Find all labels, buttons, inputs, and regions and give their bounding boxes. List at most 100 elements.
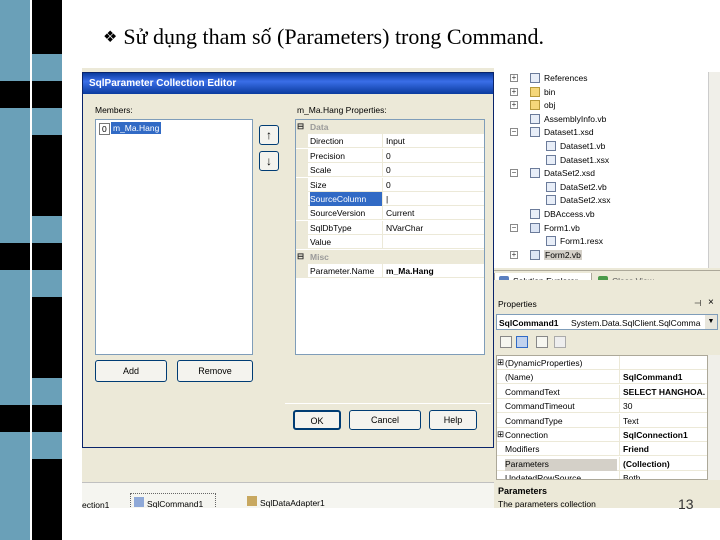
tray-item-sqlcommand[interactable]: SqlCommand1	[130, 493, 216, 508]
property-value[interactable]: Friend	[623, 444, 707, 454]
property-row[interactable]: ⊞ (DynamicProperties)	[497, 356, 707, 370]
tree-expander-icon[interactable]: +	[510, 250, 518, 259]
tree-expander-icon[interactable]: −	[510, 128, 518, 137]
tree-expander-icon[interactable]: +	[510, 74, 518, 82]
tree-expander-icon[interactable]: +	[510, 87, 518, 96]
pin-icon[interactable]: ⊣	[694, 298, 701, 309]
tree-item-label: Dataset1.xsx	[560, 154, 610, 165]
property-name: Connection	[505, 430, 549, 440]
property-row[interactable]: Modifiers Friend	[497, 442, 707, 457]
tree-item[interactable]: Dataset1.xsx	[494, 154, 704, 167]
property-row[interactable]: CommandType Text	[497, 413, 707, 428]
property-value[interactable]: NVarChar	[386, 223, 423, 233]
ok-button[interactable]: OK	[293, 410, 341, 430]
tree-item[interactable]: DataSet2.xsx	[494, 194, 704, 207]
category-row[interactable]: ⊟ Data	[296, 120, 484, 134]
property-value[interactable]: 0	[386, 165, 391, 175]
property-value[interactable]: Current	[386, 208, 414, 218]
tree-item[interactable]: + References	[494, 72, 704, 85]
tree-expander-icon[interactable]: −	[510, 223, 518, 232]
dataset-icon	[530, 127, 540, 138]
tree-item[interactable]: + bin	[494, 86, 704, 99]
tree-item[interactable]: − Form1.vb	[494, 222, 704, 235]
column-divider	[619, 442, 620, 457]
property-row[interactable]: UpdatedRowSource Both	[497, 471, 707, 479]
property-row[interactable]: Value	[296, 235, 484, 250]
category-row[interactable]: ⊟ Misc	[296, 249, 484, 264]
properties-icon[interactable]	[536, 336, 548, 348]
property-row[interactable]: SourceVersion Current	[296, 206, 484, 221]
property-value[interactable]: 30	[623, 401, 707, 411]
categorized-icon[interactable]	[500, 336, 512, 348]
cancel-button[interactable]: Cancel	[349, 410, 421, 430]
property-value[interactable]: SqlCommand1	[623, 372, 707, 382]
tree-item[interactable]: DBAccess.vb	[494, 208, 704, 221]
decorative-block	[32, 0, 62, 27]
property-row[interactable]: CommandTimeout 30	[497, 399, 707, 414]
decorative-block	[32, 513, 62, 540]
properties-scrollbar[interactable]	[708, 355, 720, 480]
property-value[interactable]: |	[386, 194, 388, 204]
property-row[interactable]: Size 0	[296, 177, 484, 192]
property-row[interactable]: CommandText SELECT HANGHOA.	[497, 384, 707, 399]
tree-item[interactable]: Dataset1.vb	[494, 140, 704, 153]
tree-item[interactable]: DataSet2.vb	[494, 181, 704, 194]
list-item[interactable]: 0 m_Ma.Hang	[97, 122, 251, 135]
property-row[interactable]: Parameters (Collection)	[497, 456, 707, 471]
page-number: 13	[678, 496, 694, 512]
property-value[interactable]: 0	[386, 180, 391, 190]
add-button[interactable]: Add	[95, 360, 167, 382]
property-row[interactable]: SqlDbType NVarChar	[296, 220, 484, 235]
object-selector[interactable]: SqlCommand1 System.Data.SqlClient.SqlCom…	[496, 314, 718, 330]
chevron-down-icon[interactable]: ▼	[705, 315, 717, 329]
help-button[interactable]: Help	[429, 410, 477, 430]
property-value[interactable]: SqlConnection1	[623, 430, 707, 440]
collapse-icon[interactable]: ⊟	[297, 251, 304, 262]
move-down-button[interactable]: ↓	[259, 151, 279, 171]
property-row[interactable]: Direction Input	[296, 134, 484, 149]
members-list[interactable]: 0 m_Ma.Hang	[95, 119, 253, 355]
property-value[interactable]: Text	[623, 416, 707, 426]
parameter-property-grid[interactable]: ⊟ Data Direction Input Precision 0 Scale 0 Size 0…	[295, 119, 485, 355]
collapse-icon[interactable]: ⊟	[297, 121, 304, 132]
tree-expander-icon[interactable]: +	[510, 101, 518, 110]
decorative-block	[0, 405, 30, 432]
tray-item-connection[interactable]: ection1	[82, 500, 109, 508]
tree-scrollbar[interactable]	[708, 72, 720, 268]
remove-button[interactable]: Remove	[177, 360, 253, 382]
expand-icon[interactable]: ⊞	[497, 429, 504, 440]
property-row[interactable]: (Name) SqlCommand1	[497, 370, 707, 385]
tree-item[interactable]: Form1.resx	[494, 235, 704, 248]
tree-expander-icon[interactable]: −	[510, 169, 518, 178]
tree-item[interactable]: + obj	[494, 99, 704, 112]
property-value[interactable]: 0	[386, 151, 391, 161]
tray-item-dataadapter[interactable]: SqlDataAdapter1	[244, 493, 344, 508]
alphabetical-icon[interactable]	[516, 336, 528, 348]
tree-item[interactable]: AssemblyInfo.vb	[494, 113, 704, 126]
property-value[interactable]: (Collection)	[623, 459, 707, 469]
column-divider	[382, 235, 383, 250]
column-divider	[382, 163, 383, 178]
property-row[interactable]: Precision 0	[296, 148, 484, 163]
tree-item[interactable]: − DataSet2.xsd	[494, 167, 704, 180]
tree-item[interactable]: + Form2.vb	[494, 249, 704, 262]
expand-icon[interactable]: ⊞	[497, 357, 504, 368]
property-value[interactable]: SELECT HANGHOA.	[623, 387, 707, 397]
property-row[interactable]: SourceColumn |	[296, 192, 484, 206]
decorative-block	[32, 432, 62, 459]
property-row[interactable]: Scale 0	[296, 163, 484, 178]
property-row[interactable]: Parameter.Name m_Ma.Hang	[296, 264, 484, 278]
property-value[interactable]: Both	[623, 473, 707, 479]
property-pages-icon[interactable]	[554, 336, 566, 348]
decorative-block	[32, 324, 62, 351]
properties-window: Properties ⊣ × SqlCommand1 System.Data.S…	[494, 280, 720, 508]
property-name: Parameter.Name	[310, 266, 375, 276]
move-up-button[interactable]: ↑	[259, 125, 279, 145]
property-row[interactable]: ⊞ Connection SqlConnection1	[497, 428, 707, 442]
property-value[interactable]: Input	[386, 136, 405, 146]
close-icon[interactable]: ×	[708, 297, 714, 308]
tree-item[interactable]: − Dataset1.xsd	[494, 126, 704, 139]
property-value[interactable]: m_Ma.Hang	[386, 266, 434, 276]
decorative-block	[0, 378, 30, 405]
row-gutter	[296, 235, 308, 250]
